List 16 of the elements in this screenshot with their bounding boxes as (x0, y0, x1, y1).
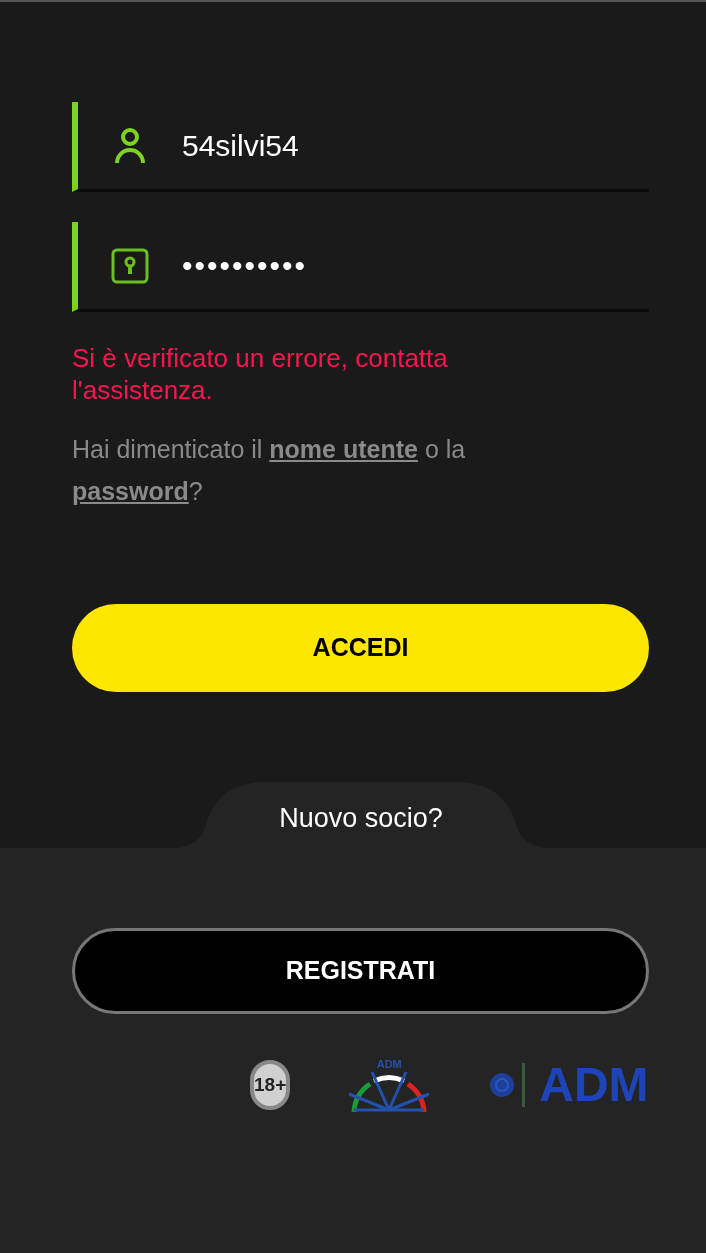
logo-text: ADM (539, 1061, 649, 1109)
new-member-label: Nuovo socio? (279, 802, 443, 835)
error-message: Si è verificato un errore, contatta l'assistenza. (72, 342, 449, 406)
username-field[interactable]: 54silvi54 (182, 123, 602, 168)
register-button[interactable]: REGISTRATI (72, 928, 649, 1014)
wheel-icon (348, 1070, 431, 1112)
user-icon (115, 127, 145, 164)
password-link[interactable]: password (72, 477, 189, 505)
emblem-icon (488, 1071, 517, 1099)
password-field[interactable]: •••••••••• (182, 243, 602, 288)
forgot-credentials-text: Hai dimenticato il nome utente o la password? (72, 434, 467, 507)
login-button[interactable]: ACCEDI (72, 604, 649, 692)
lock-icon (111, 247, 149, 284)
age-restriction-badge: 18+ (250, 1060, 291, 1110)
username-link[interactable]: nome utente (269, 435, 418, 463)
wheel-logo-label: ADM (376, 1058, 402, 1070)
